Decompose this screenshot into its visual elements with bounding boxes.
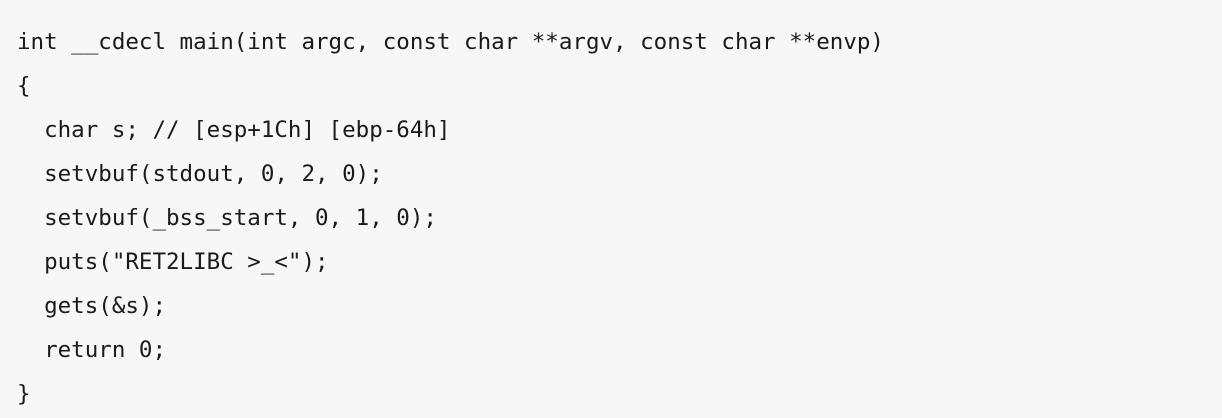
- code-line-8: return 0;: [17, 337, 167, 363]
- code-line-6: puts("RET2LIBC >_<");: [17, 249, 329, 275]
- code-line-5: setvbuf(_bss_start, 0, 1, 0);: [17, 205, 437, 231]
- code-block: int __cdecl main(int argc, const char **…: [0, 0, 1222, 418]
- code-line-2: {: [17, 73, 31, 99]
- code-line-9: }: [17, 381, 31, 407]
- code-line-3: char s; // [esp+1Ch] [ebp-64h]: [17, 117, 451, 143]
- code-line-1: int __cdecl main(int argc, const char **…: [17, 29, 884, 55]
- code-line-4: setvbuf(stdout, 0, 2, 0);: [17, 161, 383, 187]
- code-line-7: gets(&s);: [17, 293, 167, 319]
